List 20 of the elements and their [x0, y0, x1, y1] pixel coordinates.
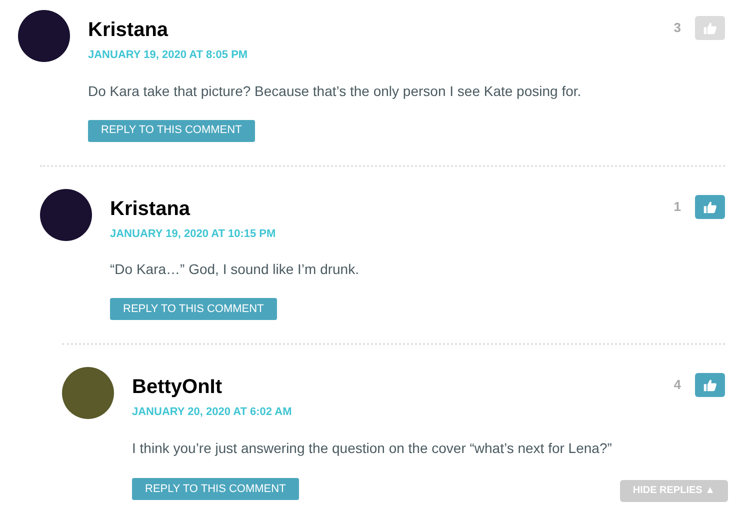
reply-button[interactable]: REPLY TO THIS COMMENT — [88, 120, 255, 142]
comment-date: JANUARY 20, 2020 AT 6:02 AM — [132, 405, 293, 420]
like-count: 4 — [674, 376, 681, 394]
thumbs-up-icon — [703, 378, 717, 392]
like-button[interactable] — [695, 373, 725, 397]
comment-text: I think you’re just answering the question on the cover “what’s next for Lena?” — [132, 438, 613, 458]
like-button[interactable] — [695, 194, 725, 218]
reply-button[interactable]: REPLY TO THIS COMMENT — [132, 478, 299, 500]
author-name: BettyOnIt — [132, 375, 222, 399]
comment-text: “Do Kara…” God, I sound like I’m drunk. — [110, 260, 360, 279]
comment-text: Do Kara take that picture? Because that’s the only person I see Kate posing for. — [88, 82, 582, 101]
thumbs-up-icon — [703, 200, 717, 214]
comment-date: JANUARY 19, 2020 AT 10:15 PM — [110, 226, 277, 242]
author-name: Kristana — [110, 196, 190, 220]
like-count: 1 — [674, 198, 681, 216]
comment-date: JANUARY 19, 2020 AT 8:05 PM — [88, 48, 249, 63]
like-count: 3 — [674, 19, 681, 38]
author-name: Kristana — [88, 18, 168, 42]
thumbs-up-icon — [703, 21, 717, 35]
reply-button[interactable]: REPLY TO THIS COMMENT — [110, 298, 277, 320]
